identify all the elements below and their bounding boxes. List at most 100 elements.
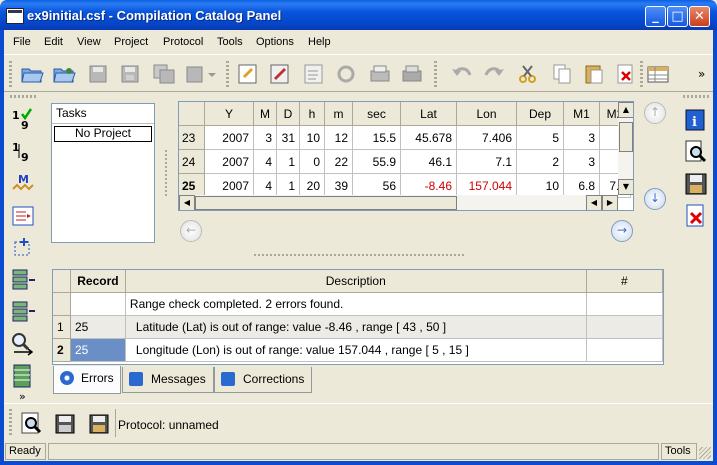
toolbar-overflow-icon[interactable]: » [698,67,705,81]
table-row[interactable]: 24 2007 4 1 0 22 55.9 46.1 7.1 2 3 0 [179,149,631,174]
save-as-icon[interactable] [118,63,142,85]
scroll-thumb[interactable] [619,122,633,152]
tab-messages[interactable]: Messages [122,367,214,393]
grid-vertical-scrollbar[interactable]: ▲ ▼ [618,102,633,195]
scroll-left-icon[interactable]: ◀ [179,195,195,210]
column-header-d[interactable]: D [276,102,300,126]
column-header-min[interactable]: m [324,102,353,126]
menu-view[interactable]: View [77,36,101,48]
cell-h[interactable]: 0 [299,149,325,174]
scroll-right-icon[interactable]: ▶ [602,195,618,210]
scroll-left-end-icon[interactable]: ◀ [586,195,602,210]
cell-m[interactable]: 3 [253,125,277,150]
open-folder-icon[interactable] [20,63,44,85]
cell-lat[interactable]: 46.1 [400,149,457,174]
table-row[interactable]: Range check completed. 2 errors found. [53,292,663,316]
print-preview-icon[interactable] [400,63,424,85]
cell-lon-error[interactable]: 157.044 [456,173,517,198]
document-search-icon[interactable] [683,139,709,165]
table-row[interactable]: 23 2007 3 31 10 12 15.5 45.678 7.406 5 3… [179,125,631,150]
save-all-icon[interactable] [152,63,176,85]
right-toolbar-grip[interactable] [683,95,709,98]
table-view-icon[interactable] [646,63,670,85]
protocol-view-icon[interactable] [19,411,43,434]
row-header[interactable]: 23 [179,125,205,150]
cell-dep[interactable]: 5 [516,125,564,150]
protocol-open-icon[interactable] [53,411,77,434]
menu-file[interactable]: File [13,36,31,48]
info-icon[interactable]: i [683,107,709,133]
cell-d[interactable]: 31 [276,125,300,150]
cell-sec[interactable]: 55.9 [352,149,401,174]
maximize-button[interactable]: □ [667,6,688,27]
column-header-record[interactable]: Record [70,270,126,293]
column-header-m1[interactable]: M1 [563,102,600,126]
paste-icon[interactable] [582,63,606,85]
export-dropdown-icon[interactable] [184,63,218,85]
magnitude-tool-icon[interactable]: M [10,171,36,197]
title-bar[interactable]: ex9initial.csf - Compilation Catalog Pan… [0,0,717,30]
horizontal-splitter[interactable] [254,254,464,256]
cell-y[interactable]: 2007 [204,149,254,174]
save-disk-icon[interactable] [683,171,709,197]
copy-icon[interactable] [550,63,574,85]
table-row[interactable]: 1 25 Latitude (Lat) is out of range: val… [53,315,663,339]
sort-ascending-icon[interactable]: 19 [10,139,36,165]
delete-icon[interactable] [614,63,638,85]
column-header-sec[interactable]: sec [352,102,401,126]
left-toolbar-grip[interactable] [10,95,36,98]
error-description[interactable]: Longitude (Lon) is out of range: value 1… [125,338,587,362]
cell-m1[interactable]: 3 [563,125,600,150]
nav-down-button[interactable]: ↓ [644,188,666,210]
scroll-down-icon[interactable]: ▼ [618,179,633,195]
close-button[interactable]: ✕ [689,6,710,27]
cell-lat-error[interactable]: -8.46 [400,173,457,198]
zoom-move-icon[interactable] [10,331,36,357]
row-header[interactable]: 1 [53,315,71,339]
minimize-button[interactable]: _ [645,6,666,27]
sort-ascending-check-icon[interactable]: 19 [10,107,36,133]
cell-lon[interactable]: 7.406 [456,125,517,150]
task-item-no-project[interactable]: No Project [54,126,152,142]
cell-h[interactable]: 10 [299,125,325,150]
column-header-lat[interactable]: Lat [400,102,457,126]
left-toolbar-overflow-icon[interactable]: » [19,390,26,403]
cell-record[interactable] [70,292,126,316]
menu-help[interactable]: Help [308,36,331,48]
menu-edit[interactable]: Edit [44,36,63,48]
horizontal-scroll-thumb[interactable] [195,196,457,210]
selection-tool-icon[interactable] [10,235,36,261]
nav-left-button[interactable]: ← [180,220,202,242]
column-header-h[interactable]: h [299,102,325,126]
column-header-hash[interactable]: # [586,270,663,293]
print-icon[interactable] [368,63,392,85]
cell-d[interactable]: 1 [276,173,300,198]
edit-record-icon[interactable] [236,63,260,85]
cell-lat[interactable]: 45.678 [400,125,457,150]
move-rows-icon[interactable] [10,299,36,325]
column-header-m[interactable]: M [253,102,277,126]
cell-hash[interactable] [586,292,663,316]
menu-options[interactable]: Options [256,36,294,48]
checklist-icon[interactable] [302,63,326,85]
table-columns-icon[interactable] [10,363,36,389]
menu-protocol[interactable]: Protocol [163,36,203,48]
cell-m1[interactable]: 3 [563,149,600,174]
cell-record[interactable]: 25 [70,315,126,339]
table-row[interactable]: 25 2007 4 1 20 39 56 -8.46 157.044 10 6.… [179,173,631,198]
cell-min[interactable]: 22 [324,149,353,174]
cell-sec[interactable]: 15.5 [352,125,401,150]
nav-up-button[interactable]: ↑ [644,102,666,124]
cell-y[interactable]: 2007 [204,173,254,198]
tab-errors[interactable]: Errors [53,366,121,394]
cell-d[interactable]: 1 [276,149,300,174]
delete-document-icon[interactable] [683,203,709,229]
tab-corrections[interactable]: Corrections [214,367,312,393]
menu-tools[interactable]: Tools [217,36,243,48]
list-arrow-icon[interactable] [10,203,36,229]
protocol-save-icon[interactable] [87,411,111,434]
cut-icon[interactable] [516,63,540,85]
row-header[interactable] [53,292,71,316]
menu-project[interactable]: Project [114,36,148,48]
column-header-description[interactable]: Description [125,270,587,293]
